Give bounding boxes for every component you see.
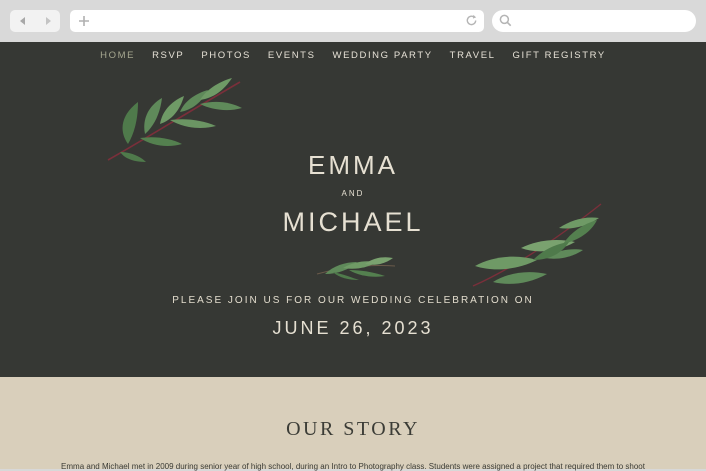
our-story-section: OUR STORY Emma and Michael met in 2009 d… bbox=[0, 377, 706, 471]
nav-item-photos[interactable]: PHOTOS bbox=[193, 50, 260, 62]
nav-item-home[interactable]: HOME bbox=[92, 50, 144, 62]
invitation-text: PLEASE JOIN US FOR OUR WEDDING CELEBRATI… bbox=[172, 295, 534, 306]
forward-arrow-icon[interactable] bbox=[35, 10, 60, 32]
wedding-date: JUNE 26, 2023 bbox=[272, 318, 434, 338]
back-arrow-icon[interactable] bbox=[10, 10, 35, 32]
conjunction-text: AND bbox=[341, 189, 365, 198]
nav-item-wedding-party[interactable]: WEDDING PARTY bbox=[324, 50, 441, 62]
address-bar[interactable] bbox=[70, 10, 484, 32]
leaf-sprig-center bbox=[316, 257, 396, 280]
reload-icon[interactable] bbox=[465, 14, 478, 32]
couple-name-two: MICHAEL bbox=[282, 207, 424, 237]
nav-item-gift-registry[interactable]: GIFT REGISTRY bbox=[504, 50, 614, 62]
couple-name-one: EMMA bbox=[308, 150, 398, 180]
history-buttons bbox=[10, 10, 60, 32]
nav-item-travel[interactable]: TRAVEL bbox=[441, 50, 504, 62]
nav-item-rsvp[interactable]: RSVP bbox=[144, 50, 193, 62]
search-icon bbox=[499, 14, 512, 32]
nav-item-events[interactable]: EVENTS bbox=[259, 50, 324, 62]
section-title: OUR STORY bbox=[286, 418, 420, 440]
search-bar[interactable] bbox=[492, 10, 696, 32]
plus-icon[interactable] bbox=[78, 14, 90, 32]
hero-section: HOME RSVP PHOTOS EVENTS WEDDING PARTY TR… bbox=[0, 42, 706, 377]
browser-chrome bbox=[0, 0, 706, 42]
site-navigation: HOME RSVP PHOTOS EVENTS WEDDING PARTY TR… bbox=[0, 50, 706, 62]
story-paragraph: Emma and Michael met in 2009 during seni… bbox=[61, 462, 645, 471]
